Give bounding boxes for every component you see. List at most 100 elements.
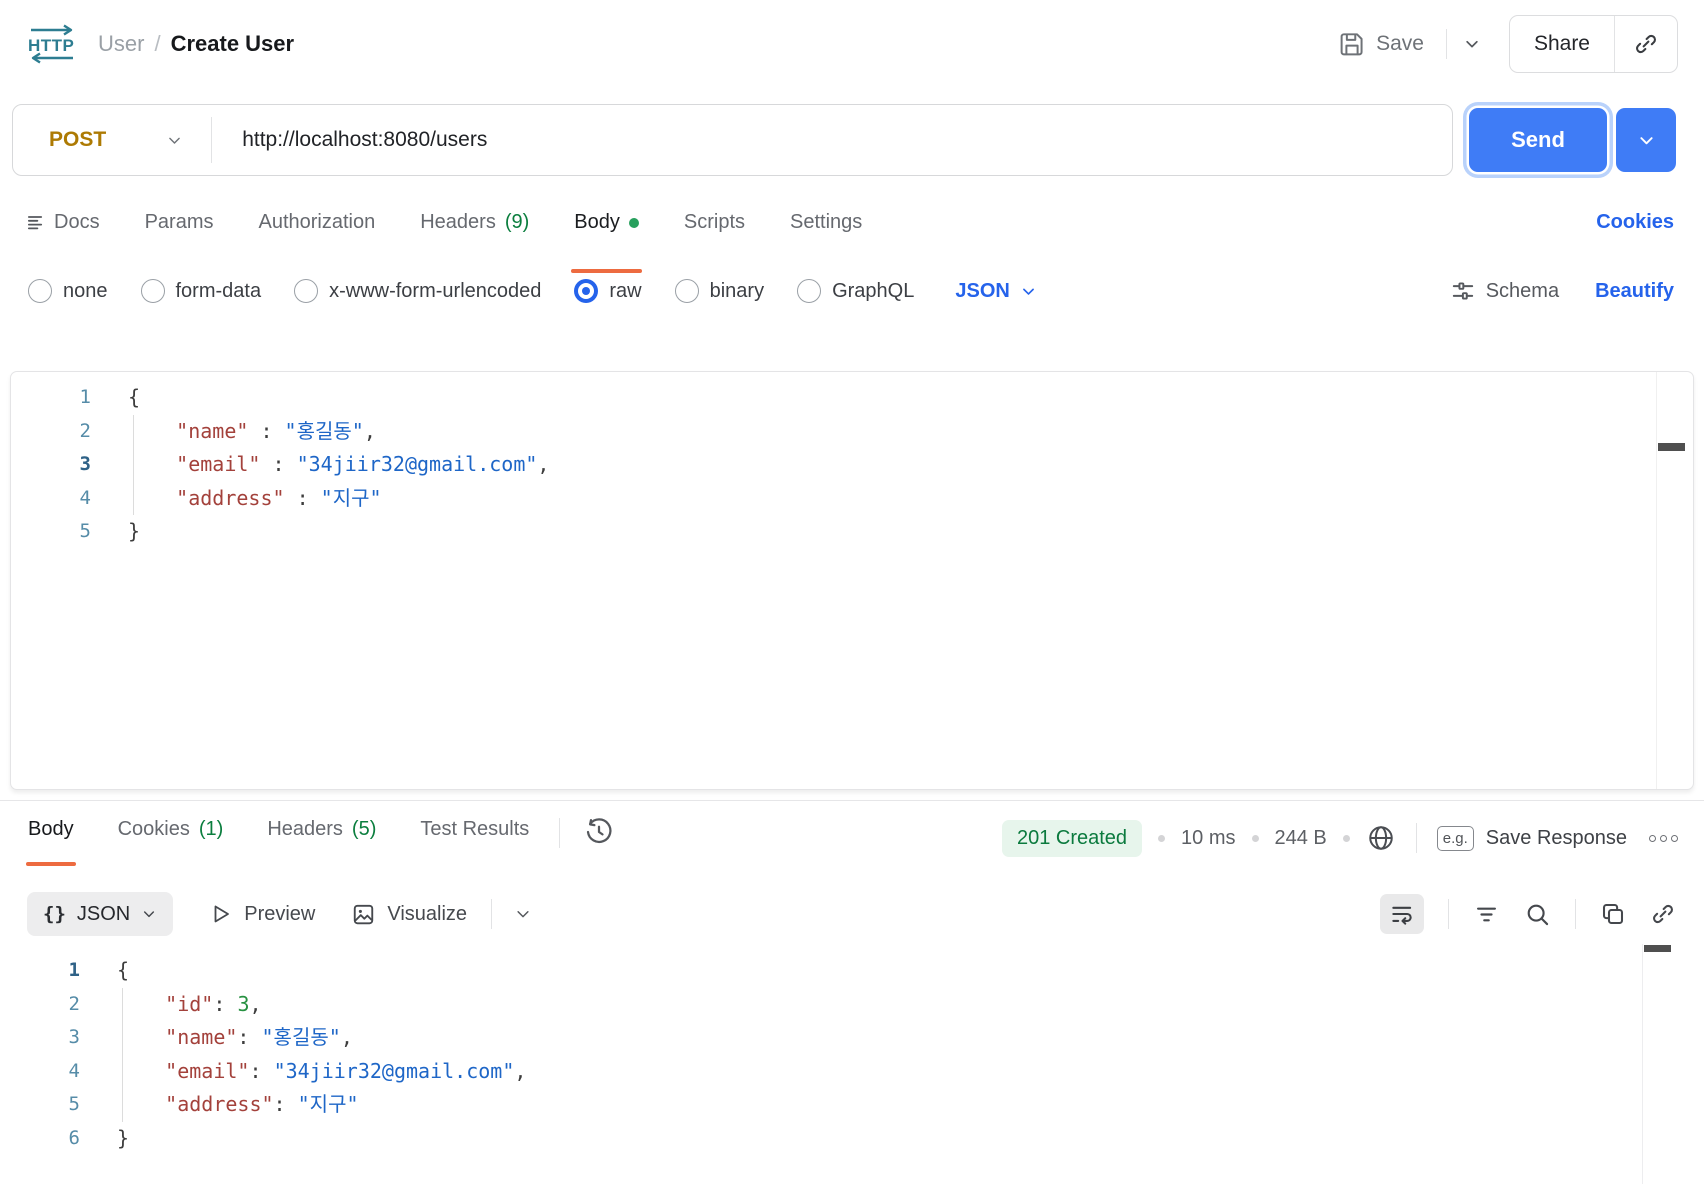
schema-button[interactable]: Schema — [1450, 278, 1559, 304]
visualize-label: Visualize — [387, 903, 467, 926]
tab-authorization[interactable]: Authorization — [258, 202, 375, 273]
code-token: : — [260, 452, 296, 476]
code-line[interactable]: 4 "email": "34jiir32@gmail.com", — [0, 1055, 1704, 1089]
radio-circle[interactable] — [675, 279, 699, 303]
divider — [211, 117, 212, 163]
radio-raw[interactable]: raw — [574, 279, 641, 303]
code-line[interactable]: 1{ — [0, 954, 1704, 988]
http-request-icon: HTTP — [26, 23, 78, 65]
line-number: 2 — [0, 988, 80, 1022]
editor-scrollbar[interactable] — [1656, 372, 1693, 789]
code-token: "지구" — [321, 486, 382, 510]
cookies-link[interactable]: Cookies — [1596, 202, 1674, 273]
chevron-down-icon[interactable] — [514, 905, 532, 923]
radio-circle[interactable] — [294, 279, 318, 303]
language-label: JSON — [955, 280, 1009, 303]
radio-none[interactable]: none — [28, 279, 108, 303]
tab-label: Body — [28, 818, 74, 841]
status-badge[interactable]: 201 Created — [1002, 820, 1142, 857]
code-line[interactable]: 4 "address" : "지구" — [11, 482, 1693, 516]
code-line[interactable]: 3 "email" : "34jiir32@gmail.com", — [11, 448, 1693, 482]
radio-circle-selected[interactable] — [574, 279, 598, 303]
radio-graphql[interactable]: GraphQL — [797, 279, 914, 303]
more-options-icon[interactable] — [1649, 835, 1678, 842]
copy-link-icon[interactable] — [1615, 31, 1677, 57]
language-selector[interactable]: JSON — [955, 280, 1036, 303]
line-number: 3 — [11, 448, 91, 482]
request-body-editor[interactable]: 1{2 "name" : "홍길동",3 "email" : "34jiir32… — [10, 371, 1694, 790]
line-number: 2 — [11, 415, 91, 449]
save-options-chevron-icon[interactable] — [1463, 35, 1481, 53]
visualize-button[interactable]: Visualize — [351, 902, 467, 927]
code-line[interactable]: 2 "id": 3, — [0, 988, 1704, 1022]
code-token — [117, 992, 165, 1016]
send-button[interactable]: Send — [1469, 108, 1607, 172]
request-header: HTTP User / Create User Save Share — [26, 12, 1678, 76]
response-tab-body[interactable]: Body — [28, 810, 74, 866]
tab-scripts[interactable]: Scripts — [684, 202, 745, 273]
url-input[interactable]: http://localhost:8080/users — [242, 128, 487, 152]
link-icon[interactable] — [1650, 901, 1676, 927]
radio-circle[interactable] — [797, 279, 821, 303]
code-line[interactable]: 2 "name" : "홍길동", — [11, 415, 1693, 449]
response-tab-cookies[interactable]: Cookies (1) — [118, 810, 224, 866]
breadcrumb-parent[interactable]: User — [98, 31, 144, 57]
scrollbar-thumb[interactable] — [1644, 945, 1671, 952]
response-body-viewer[interactable]: 1{2 "id": 3,3 "name": "홍길동",4 "email": "… — [0, 944, 1704, 1184]
response-time[interactable]: 10 ms — [1181, 827, 1235, 850]
divider — [491, 899, 492, 929]
tab-settings[interactable]: Settings — [790, 202, 862, 273]
save-response-button[interactable]: e.g. Save Response — [1437, 826, 1627, 851]
search-icon[interactable] — [1524, 901, 1551, 928]
image-icon — [351, 902, 376, 927]
radio-label: binary — [710, 280, 764, 303]
send-options-button[interactable] — [1616, 108, 1676, 172]
divider — [1448, 899, 1449, 929]
code-line[interactable]: 1{ — [11, 381, 1693, 415]
code-line[interactable]: 5} — [11, 515, 1693, 549]
history-icon[interactable] — [584, 810, 614, 866]
code-token — [117, 1092, 165, 1116]
tab-params[interactable]: Params — [145, 202, 214, 273]
save-icon — [1338, 30, 1366, 58]
preview-button[interactable]: Preview — [209, 902, 315, 926]
tab-label: Headers — [420, 211, 496, 234]
code-line[interactable]: 5 "address": "지구" — [0, 1088, 1704, 1122]
preview-label: Preview — [244, 903, 315, 926]
response-tab-headers[interactable]: Headers (5) — [267, 810, 376, 866]
line-number: 1 — [11, 381, 91, 415]
wrap-text-button[interactable] — [1380, 894, 1424, 934]
breadcrumb-current[interactable]: Create User — [171, 31, 295, 57]
radio-label: form-data — [176, 280, 262, 303]
response-scrollbar[interactable] — [1642, 944, 1704, 1184]
response-format-selector[interactable]: {} JSON — [27, 892, 173, 936]
tab-docs[interactable]: Docs — [26, 202, 100, 273]
beautify-button[interactable]: Beautify — [1595, 280, 1674, 303]
save-button[interactable]: Save — [1338, 30, 1424, 58]
radio-circle[interactable] — [28, 279, 52, 303]
url-container: POST http://localhost:8080/users — [12, 104, 1453, 176]
method-selector[interactable]: POST — [49, 128, 106, 152]
network-globe-icon[interactable] — [1366, 823, 1396, 853]
radio-x-www-form-urlencoded[interactable]: x-www-form-urlencoded — [294, 279, 541, 303]
code-token: "34jiir32@gmail.com" — [297, 452, 538, 476]
copy-icon[interactable] — [1600, 901, 1626, 927]
tab-headers[interactable]: Headers (9) — [420, 202, 529, 273]
line-number: 4 — [11, 482, 91, 516]
radio-circle[interactable] — [141, 279, 165, 303]
code-token: "address" — [165, 1092, 273, 1116]
method-chevron-icon[interactable] — [166, 132, 183, 149]
radio-binary[interactable]: binary — [675, 279, 764, 303]
code-line[interactable]: 3 "name": "홍길동", — [0, 1021, 1704, 1055]
share-button[interactable]: Share — [1510, 32, 1614, 56]
tab-body[interactable]: Body — [574, 202, 639, 273]
code-token: : — [237, 1025, 261, 1049]
dot-separator — [1158, 835, 1165, 842]
divider — [559, 818, 560, 848]
response-tab-test-results[interactable]: Test Results — [420, 810, 529, 866]
code-line[interactable]: 6} — [0, 1122, 1704, 1156]
format-filter-icon[interactable] — [1473, 901, 1500, 928]
response-size[interactable]: 244 B — [1275, 827, 1327, 850]
radio-form-data[interactable]: form-data — [141, 279, 262, 303]
scrollbar-thumb[interactable] — [1658, 443, 1685, 451]
